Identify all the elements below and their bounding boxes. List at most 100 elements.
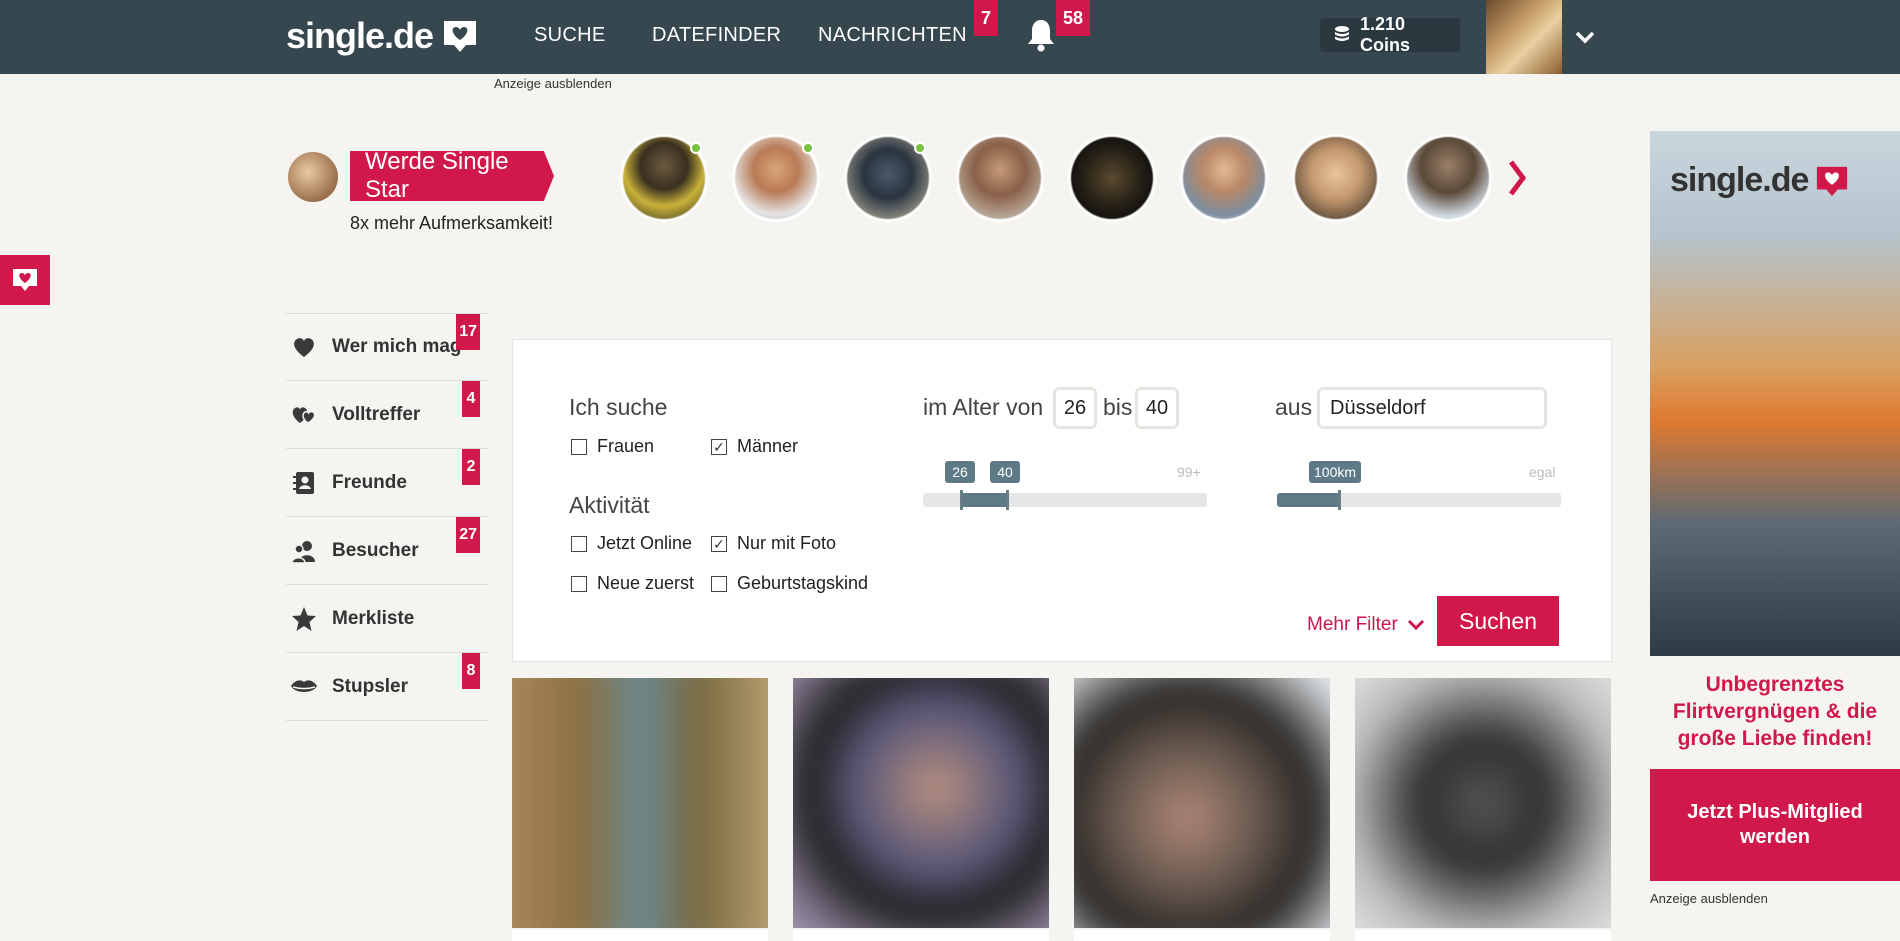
age-label: im Alter von <box>923 394 1044 420</box>
coins-icon <box>1335 26 1349 41</box>
own-avatar[interactable] <box>288 152 338 202</box>
checkbox-frauen[interactable]: Frauen <box>571 436 654 457</box>
heart-icon <box>290 333 318 361</box>
ad-hide-link-top[interactable]: Anzeige ausblenden <box>494 76 612 91</box>
ad-cta-label: Jetzt Plus-Mitglied werden <box>1687 801 1863 848</box>
contacts-icon <box>290 469 318 497</box>
notifications-badge: 58 <box>1056 0 1090 36</box>
story-avatar[interactable] <box>1292 134 1380 222</box>
story-avatar[interactable] <box>1180 134 1268 222</box>
checkbox-nur-mit-foto[interactable]: ✓ Nur mit Foto <box>711 533 836 554</box>
checkbox-maenner[interactable]: ✓ Männer <box>711 436 798 457</box>
nav-nachrichten[interactable]: NACHRICHTEN <box>818 24 967 47</box>
sidebar-item-label: Stupsler <box>332 675 409 697</box>
sidebar-item-label: Wer mich mag <box>332 336 462 357</box>
profile-card-footer <box>793 930 1049 941</box>
sidebar-item-volltreffer[interactable]: Volltreffer 4 <box>286 381 488 449</box>
sidebar-item-wer-mich-mag[interactable]: Wer mich mag 17 <box>286 313 488 381</box>
age-slider-range <box>961 493 1007 507</box>
online-indicator <box>802 142 814 154</box>
age-to-input[interactable]: 40 <box>1135 387 1179 429</box>
double-heart-icon <box>290 401 318 429</box>
sidebar-item-besucher[interactable]: Besucher 27 <box>286 517 488 585</box>
ad-logo: single.de <box>1670 161 1850 200</box>
story-avatar[interactable] <box>956 134 1044 222</box>
sidebar-item-label: Freunde <box>332 471 407 493</box>
checkbox-label: Frauen <box>597 436 655 456</box>
sidebar-item-stupsler[interactable]: Stupsler 8 <box>286 653 488 721</box>
sidebar-item-label: Merkliste <box>332 607 415 629</box>
checkbox-box[interactable] <box>711 575 727 592</box>
nav-suche[interactable]: SUCHE <box>534 24 606 47</box>
lips-icon <box>290 673 318 701</box>
single-star-subtitle: 8x mehr Aufmerksamkeit! <box>350 213 554 233</box>
age-slider-handle-max[interactable] <box>1006 490 1009 510</box>
profile-photo-card[interactable] <box>1074 678 1330 928</box>
checkbox-box[interactable] <box>571 535 587 552</box>
star-icon <box>290 605 318 633</box>
checkbox-label: Jetzt Online <box>597 533 693 553</box>
checkbox-geburtstagskind[interactable]: Geburtstagskind <box>711 573 868 594</box>
user-avatar[interactable] <box>1486 0 1562 74</box>
more-filter-link[interactable]: Mehr Filter <box>1307 614 1426 636</box>
coins-label: 1.210 Coins <box>1360 14 1411 55</box>
coins-button[interactable]: 1.210 Coins <box>1320 14 1460 55</box>
ad-hide-link-right[interactable]: Anzeige ausblenden <box>1650 891 1768 906</box>
checkbox-box[interactable] <box>571 575 587 592</box>
checkmark-icon[interactable]: ✓ <box>711 438 727 455</box>
floating-heart-tab[interactable] <box>0 255 50 305</box>
profile-photo-card[interactable] <box>1355 678 1611 928</box>
ad-copy-line: große Liebe finden! <box>1677 727 1873 750</box>
profile-card-footer <box>1355 930 1611 941</box>
location-label: aus <box>1275 394 1313 420</box>
sidebar-item-merkliste[interactable]: Merkliste <box>286 585 488 653</box>
age-slider-tag-min: 26 <box>945 461 975 483</box>
single-star-button[interactable]: Werde Single Star <box>350 151 554 201</box>
sidebar-badge: 2 <box>462 449 480 485</box>
logo-heart-icon <box>444 21 477 52</box>
online-indicator <box>690 142 702 154</box>
story-avatar[interactable] <box>1404 134 1492 222</box>
nav-datefinder[interactable]: DATEFINDER <box>652 24 781 47</box>
age-from-input[interactable]: 26 <box>1053 387 1097 429</box>
top-navbar: single.de SUCHE DATEFINDER NACHRICHTEN 7… <box>0 0 1900 74</box>
ad-heart-icon <box>1817 166 1848 196</box>
age-to-label: bis <box>1103 394 1133 420</box>
sidebar-badge: 4 <box>462 381 480 417</box>
messages-badge: 7 <box>974 0 998 36</box>
age-slider-tag-max: 40 <box>990 461 1020 483</box>
age-slider-handle-min[interactable] <box>960 490 963 510</box>
checkbox-neue-zuerst[interactable]: Neue zuerst <box>571 573 694 594</box>
heart-chat-icon <box>13 269 37 291</box>
site-logo[interactable]: single.de <box>286 15 479 56</box>
checkmark-icon[interactable]: ✓ <box>711 535 727 552</box>
profile-card-footer <box>1074 930 1330 941</box>
distance-slider-tag: 100km <box>1309 461 1362 483</box>
bell-icon[interactable] <box>1026 18 1056 52</box>
profile-photo-card[interactable] <box>512 678 768 928</box>
sidebar-item-freunde[interactable]: Freunde 2 <box>286 449 488 517</box>
search-submit-button[interactable]: Suchen <box>1437 596 1559 646</box>
sidebar-item-label: Volltreffer <box>332 403 421 425</box>
chevron-right-icon[interactable] <box>1508 160 1526 196</box>
distance-slider-handle[interactable] <box>1338 490 1341 510</box>
city-input[interactable]: Düsseldorf <box>1317 387 1547 429</box>
checkbox-label: Neue zuerst <box>597 573 695 593</box>
activity-heading: Aktivität <box>569 492 650 518</box>
ad-copy: Unbegrenztes Flirtvergnügen & die große … <box>1650 671 1900 752</box>
story-avatar[interactable] <box>1068 134 1156 222</box>
ad-copy-line: Unbegrenztes <box>1705 673 1845 696</box>
checkbox-box[interactable] <box>571 438 587 455</box>
ad-cta-button[interactable]: Jetzt Plus-Mitglied werden <box>1650 769 1900 881</box>
ad-copy-line: Flirtvergnügen & die <box>1672 700 1878 723</box>
ad-banner[interactable]: single.de Unbegrenztes Flirtvergnügen & … <box>1650 131 1900 881</box>
checkbox-jetzt-online[interactable]: Jetzt Online <box>571 533 692 554</box>
chevron-down-icon[interactable] <box>1574 26 1596 48</box>
sidebar-badge: 17 <box>456 314 480 350</box>
ad-image: single.de <box>1650 131 1900 656</box>
profile-photo-card[interactable] <box>793 678 1049 928</box>
ad-logo-text: single.de <box>1670 161 1809 199</box>
distance-slider-fill <box>1277 493 1339 507</box>
more-filter-label: Mehr Filter <box>1307 614 1398 635</box>
sidebar-item-label: Besucher <box>332 539 419 561</box>
